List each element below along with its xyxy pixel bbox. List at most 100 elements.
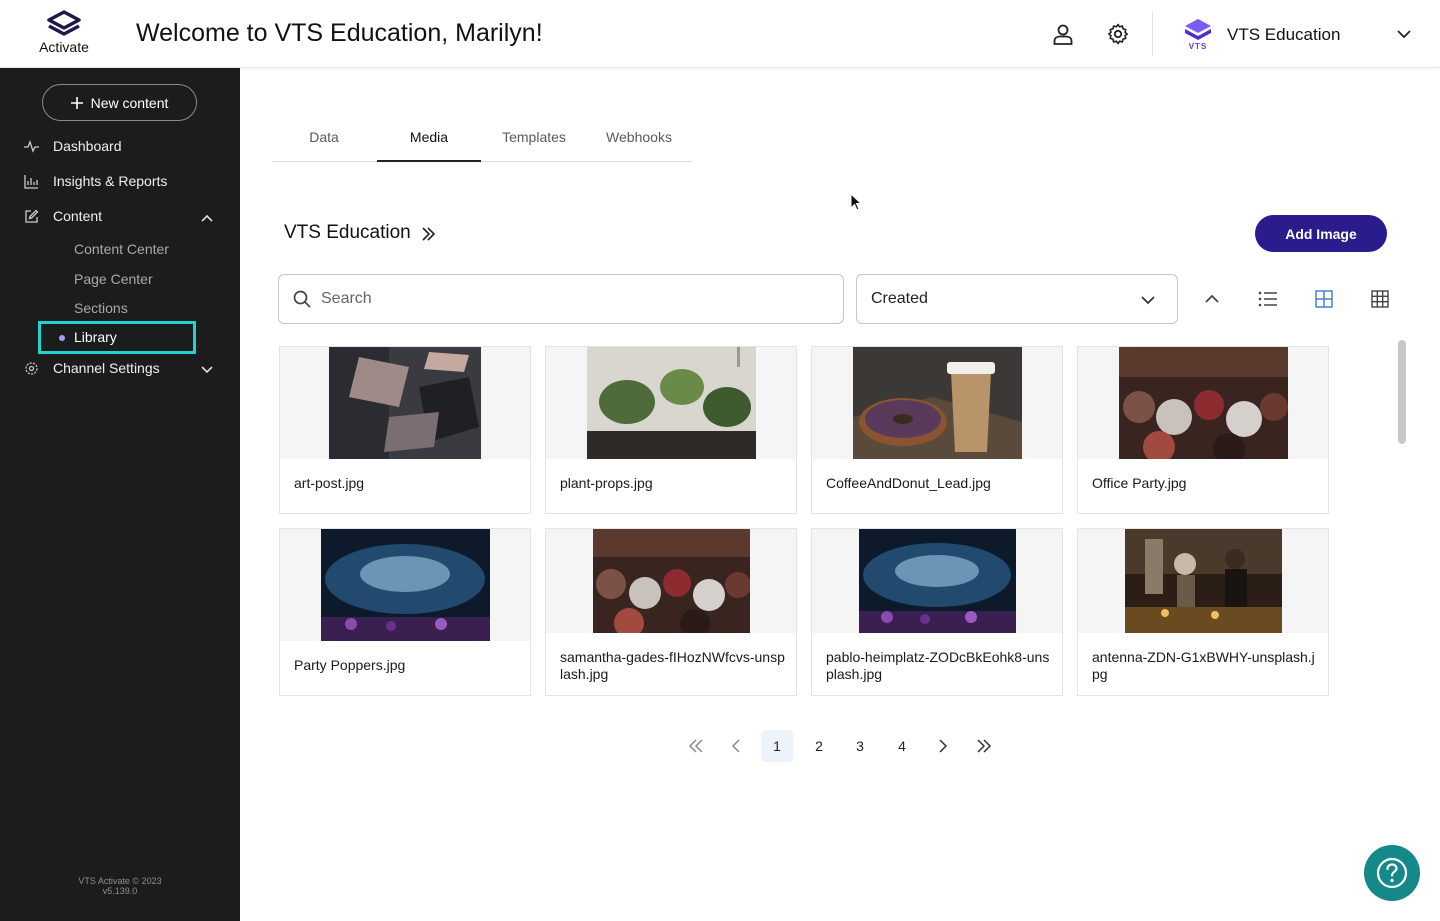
media-card[interactable]: art-post.jpg [279, 346, 531, 514]
file-name: art-post.jpg [294, 475, 365, 491]
help-icon [1376, 857, 1408, 889]
page-button-2[interactable]: 2 [803, 730, 835, 762]
active-indicator-dot [59, 335, 65, 341]
plus-icon [70, 96, 83, 109]
image-thumbnail [321, 529, 490, 641]
help-button[interactable] [1364, 845, 1420, 901]
tab-media[interactable]: Media [377, 116, 481, 162]
media-card[interactable]: antenna-ZDN-G1xBWHY-unsplash.jpg [1077, 528, 1329, 696]
sidebar-item-label: Insights & Reports [53, 173, 168, 189]
chevron-right-icon [939, 739, 948, 753]
channel-settings-expand-toggle[interactable] [200, 363, 214, 382]
welcome-title: Welcome to VTS Education, Marilyn! [136, 19, 543, 47]
list-icon [1258, 291, 1277, 307]
tab-webhooks[interactable]: Webhooks [587, 116, 691, 161]
media-card[interactable]: plant-props.jpg [545, 346, 797, 514]
media-card[interactable]: Party Poppers.jpg [279, 528, 531, 696]
settings-button[interactable] [1106, 22, 1130, 46]
file-name: pablo-heimplatz-ZODcBkEohk8-unsplash.jpg [826, 649, 1050, 682]
sort-direction-button[interactable] [1200, 287, 1224, 311]
image-thumbnail [587, 347, 756, 459]
file-name: plant-props.jpg [560, 475, 653, 491]
page-button-1[interactable]: 1 [761, 730, 793, 762]
add-image-button[interactable]: Add Image [1255, 215, 1387, 252]
org-logo: VTS [1180, 16, 1216, 57]
sidebar-item-dashboard[interactable]: Dashboard [24, 138, 122, 154]
footer-copyright: VTS Activate © 2023 [78, 876, 162, 886]
image-thumbnail [1119, 347, 1288, 459]
pulse-icon [24, 139, 39, 154]
content-collapse-toggle[interactable] [200, 211, 214, 230]
mouse-cursor [850, 192, 864, 218]
sidebar-item-label: Channel Settings [53, 360, 160, 376]
sort-select-value: Created [871, 290, 928, 307]
image-thumbnail [859, 529, 1016, 633]
media-card[interactable]: samantha-gades-fIHozNWfcvs-unsplash.jpg [545, 528, 797, 696]
sidebar: New content Dashboard Insights & Reports… [0, 68, 240, 921]
sort-select[interactable]: Created [856, 274, 1178, 324]
chevron-down-icon [201, 366, 213, 374]
image-thumbnail [1125, 529, 1282, 633]
first-page-button[interactable] [680, 730, 712, 762]
media-scrollbar[interactable] [1398, 340, 1406, 444]
double-chevron-left-icon [688, 739, 703, 753]
page-button-3[interactable]: 3 [844, 730, 876, 762]
edit-icon [24, 209, 39, 224]
media-card[interactable]: pablo-heimplatz-ZODcBkEohk8-unsplash.jpg [811, 528, 1063, 696]
table-view-button[interactable] [1368, 287, 1392, 311]
activate-logo[interactable]: Activate [28, 10, 100, 55]
sidebar-item-label: Dashboard [53, 138, 122, 154]
chevron-down-icon [1397, 30, 1411, 39]
library-tabs: Data Media Templates Webhooks [272, 116, 692, 162]
sidebar-item-content-center[interactable]: Content Center [74, 241, 169, 257]
sidebar-item-insights[interactable]: Insights & Reports [24, 173, 167, 189]
chevron-down-icon [1141, 293, 1155, 312]
sidebar-item-sections[interactable]: Sections [74, 300, 128, 316]
tab-templates[interactable]: Templates [482, 116, 586, 161]
activate-logo-icon [47, 10, 81, 36]
search-input[interactable] [321, 290, 801, 308]
sidebar-item-channel-settings[interactable]: Channel Settings [24, 360, 160, 376]
file-name: Party Poppers.jpg [294, 657, 406, 673]
folder-expand-button[interactable] [420, 226, 436, 247]
list-view-button[interactable] [1256, 287, 1280, 311]
top-bar: Activate Welcome to VTS Education, Maril… [0, 0, 1440, 68]
user-icon [1053, 24, 1073, 45]
vts-logo-icon: VTS [1185, 19, 1211, 51]
image-thumbnail [593, 529, 750, 633]
media-card[interactable]: Office Party.jpg [1077, 346, 1329, 514]
file-name: CoffeeAndDonut_Lead.jpg [826, 475, 991, 491]
sidebar-item-label: Content [53, 208, 103, 224]
double-chevron-right-icon [977, 739, 992, 753]
file-name: samantha-gades-fIHozNWfcvs-unsplash.jpg [560, 649, 785, 682]
file-name: Office Party.jpg [1092, 475, 1187, 491]
sidebar-item-content[interactable]: Content [24, 208, 102, 224]
user-profile-button[interactable] [1051, 22, 1075, 46]
prev-page-button[interactable] [720, 730, 752, 762]
chevron-left-icon [731, 739, 740, 753]
new-content-label: New content [90, 94, 169, 111]
footer-version: v5.139.0 [102, 886, 138, 896]
search-box [278, 274, 844, 324]
new-content-button[interactable]: New content [42, 84, 197, 121]
next-page-button[interactable] [927, 730, 959, 762]
chevron-up-icon [201, 214, 213, 222]
pagination: 1 2 3 4 [678, 730, 998, 762]
tab-data[interactable]: Data [272, 116, 376, 161]
gear-icon [24, 361, 39, 376]
folder-title: VTS Education [284, 222, 411, 243]
page-button-4[interactable]: 4 [886, 730, 918, 762]
media-card[interactable]: CoffeeAndDonut_Lead.jpg [811, 346, 1063, 514]
gear-icon [1107, 23, 1129, 45]
double-chevron-right-icon [422, 227, 436, 241]
grid-view-button[interactable] [1312, 287, 1336, 311]
sidebar-item-library[interactable]: Library [74, 329, 117, 345]
brand-name: Activate [39, 39, 89, 55]
org-name[interactable]: VTS Education [1227, 25, 1340, 45]
sidebar-item-page-center[interactable]: Page Center [74, 271, 153, 287]
org-switcher-button[interactable] [1396, 26, 1412, 47]
bar-chart-icon [24, 174, 39, 189]
grid-large-icon [1315, 290, 1333, 308]
last-page-button[interactable] [968, 730, 1000, 762]
chevron-up-icon [1205, 294, 1219, 303]
